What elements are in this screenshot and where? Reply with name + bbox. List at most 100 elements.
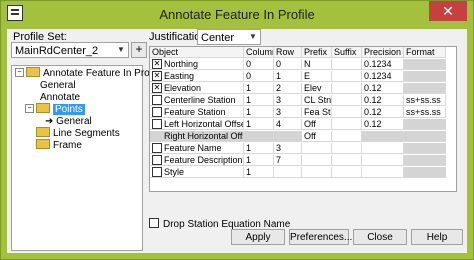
cell-prefix[interactable]: Fea Stn — [302, 107, 332, 118]
cell-prefix[interactable]: Off — [302, 119, 332, 130]
cell-column[interactable]: 1 — [244, 107, 274, 118]
cell-precision[interactable]: 0.12 — [362, 95, 404, 106]
help-button[interactable]: Help — [411, 229, 463, 245]
table-row[interactable]: Feature Station 1 3 Fea Stn 0.12 ss+ss.ss — [150, 107, 450, 118]
cell-precision[interactable]: 0.12 — [362, 119, 404, 130]
cell-precision[interactable] — [362, 155, 404, 166]
cell-column[interactable]: 1 — [244, 155, 274, 166]
cell-format[interactable] — [404, 83, 446, 94]
column-header-suffix[interactable]: Suffix — [332, 47, 362, 58]
cell-format[interactable]: ss+ss.ss — [404, 107, 446, 118]
cell-row[interactable]: 7 — [274, 155, 302, 166]
cell-row[interactable]: 4 — [274, 119, 302, 130]
table-row[interactable]: ✕ Easting 0 1 E 0.1234 — [150, 71, 450, 82]
table-row[interactable]: Style 1 — [150, 167, 450, 178]
collapse-icon[interactable]: − — [25, 103, 34, 113]
cell-precision[interactable]: 0.12 — [362, 83, 404, 94]
title-bar[interactable]: Annotate Feature In Profile ✕ — [1, 1, 473, 29]
close-button[interactable]: Close — [353, 229, 407, 245]
cell-suffix[interactable] — [332, 95, 362, 106]
cell-column[interactable]: 1 — [244, 119, 274, 130]
checkbox-icon[interactable] — [152, 119, 162, 129]
cell-column[interactable] — [244, 131, 274, 142]
cell-suffix[interactable] — [332, 83, 362, 94]
add-profile-button[interactable]: + — [131, 42, 147, 58]
cell-suffix[interactable] — [332, 119, 362, 130]
checkbox-icon[interactable] — [152, 107, 162, 117]
tree-node-annotate[interactable]: Annotate — [40, 92, 80, 104]
cell-suffix[interactable] — [332, 167, 362, 178]
cell-format[interactable] — [404, 155, 446, 166]
apply-button[interactable]: Apply — [231, 229, 285, 245]
table-row[interactable]: Centerline Station 1 3 CL Stn 0.12 ss+ss.ss — [150, 95, 450, 106]
tree-node-frame[interactable]: Frame — [25, 139, 82, 152]
cell-suffix[interactable] — [332, 59, 362, 70]
cell-column[interactable]: 0 — [244, 71, 274, 82]
cell-suffix[interactable] — [332, 143, 362, 154]
cell-row[interactable] — [274, 131, 302, 142]
cell-suffix[interactable] — [332, 155, 362, 166]
table-row[interactable]: Left Horizontal Offset 1 4 Off 0.12 — [150, 119, 450, 130]
cell-column[interactable]: 1 — [244, 95, 274, 106]
table-row[interactable]: Right Horizontal Offset Off — [150, 131, 450, 142]
checkbox-icon[interactable] — [152, 155, 162, 165]
cell-format[interactable] — [404, 131, 446, 142]
tree-node-points-general[interactable]: ➜ General — [45, 116, 92, 128]
cell-precision[interactable]: 0.12 — [362, 107, 404, 118]
column-header-row[interactable]: Row — [274, 47, 302, 58]
cell-prefix[interactable] — [302, 167, 332, 178]
cell-column[interactable]: 1 — [244, 167, 274, 178]
checkbox-icon[interactable] — [152, 143, 162, 153]
tree-node-points[interactable]: − Points — [25, 103, 85, 116]
cell-prefix[interactable]: N — [302, 59, 332, 70]
drop-station-checkbox[interactable] — [149, 218, 159, 229]
cell-prefix[interactable] — [302, 143, 332, 154]
cell-format[interactable] — [404, 143, 446, 154]
checkbox-icon[interactable] — [152, 167, 162, 177]
cell-row[interactable]: 2 — [274, 83, 302, 94]
checkbox-icon[interactable] — [152, 95, 162, 105]
justification-select[interactable]: Center Center ▼ — [197, 29, 261, 60]
checked-checkbox-icon[interactable]: ✕ — [152, 71, 162, 81]
profile-set-select[interactable]: MainRdCenter_2 ▼ — [11, 42, 129, 58]
cell-row[interactable] — [274, 167, 302, 178]
cell-column[interactable]: 1 — [244, 143, 274, 154]
preferences-button[interactable]: Preferences... — [289, 229, 352, 245]
cell-precision[interactable] — [362, 167, 404, 178]
cell-precision[interactable]: 0.1234 — [362, 71, 404, 82]
checked-checkbox-icon[interactable]: ✕ — [152, 59, 162, 69]
cell-prefix[interactable]: E — [302, 71, 332, 82]
cell-row[interactable]: 3 — [274, 143, 302, 154]
close-window-button[interactable]: ✕ — [429, 1, 467, 21]
cell-prefix[interactable]: Elev — [302, 83, 332, 94]
column-header-precision[interactable]: Precision — [362, 47, 404, 58]
checked-checkbox-icon[interactable]: ✕ — [152, 83, 162, 93]
column-header-object[interactable]: Object — [150, 47, 244, 58]
cell-precision[interactable] — [362, 143, 404, 154]
cell-format[interactable] — [404, 71, 446, 82]
cell-format[interactable]: ss+ss.ss — [404, 95, 446, 106]
cell-format[interactable] — [404, 119, 446, 130]
column-header-prefix[interactable]: Prefix — [302, 47, 332, 58]
cell-prefix[interactable]: Off — [302, 131, 332, 142]
cell-prefix[interactable]: CL Stn — [302, 95, 332, 106]
cell-precision[interactable]: 0.1234 — [362, 59, 404, 70]
cell-format[interactable] — [404, 167, 446, 178]
cell-row[interactable]: 3 — [274, 107, 302, 118]
table-row[interactable]: ✕ Elevation 1 2 Elev 0.12 — [150, 83, 450, 94]
column-header-column[interactable]: Column — [244, 47, 274, 58]
cell-column[interactable]: 0 — [244, 59, 274, 70]
cell-precision[interactable] — [362, 131, 404, 142]
collapse-icon[interactable]: − — [15, 67, 24, 77]
cell-column[interactable]: 1 — [244, 83, 274, 94]
cell-row[interactable]: 3 — [274, 95, 302, 106]
cell-suffix[interactable] — [332, 131, 362, 142]
cell-row[interactable]: 1 — [274, 71, 302, 82]
cell-suffix[interactable] — [332, 71, 362, 82]
tree-node-annotate-feature[interactable]: − Annotate Feature In Profile — [15, 67, 163, 80]
column-header-format[interactable]: Format — [404, 47, 446, 58]
tree-node-line-segments[interactable]: Line Segments — [25, 127, 120, 140]
cell-row[interactable]: 0 — [274, 59, 302, 70]
cell-format[interactable] — [404, 59, 446, 70]
table-row[interactable]: Feature Description 1 7 — [150, 155, 450, 166]
